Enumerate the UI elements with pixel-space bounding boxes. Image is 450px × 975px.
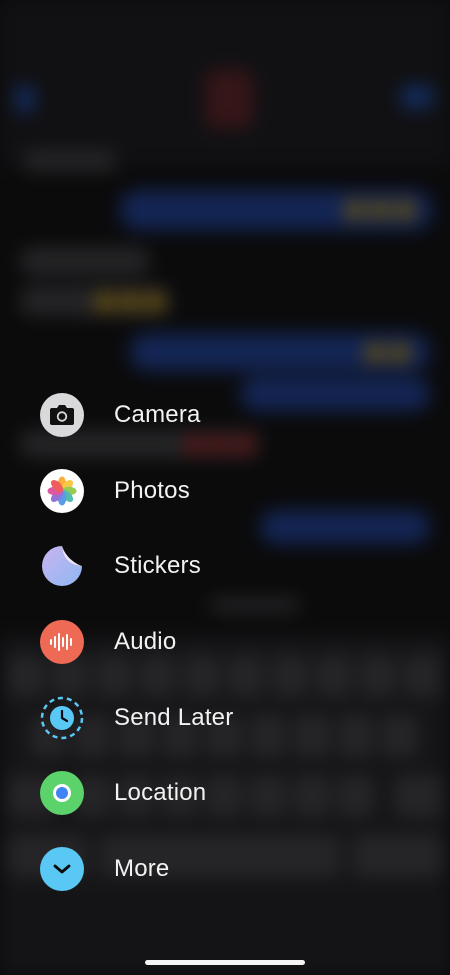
blurred-emoji <box>95 292 115 312</box>
menu-item-photos[interactable]: Photos <box>40 453 420 529</box>
blurred-message <box>20 247 150 275</box>
chevron-down-icon <box>40 846 84 891</box>
menu-item-label: Photos <box>114 476 190 504</box>
menu-item-camera[interactable]: Camera <box>40 377 420 453</box>
menu-item-send-later[interactable]: Send Later <box>40 680 420 756</box>
clock-icon <box>40 696 84 740</box>
menu-item-label: Audio <box>114 627 177 655</box>
blurred-emoji <box>390 343 410 363</box>
photos-icon <box>40 468 84 513</box>
camera-icon <box>40 392 84 437</box>
location-icon <box>40 771 84 816</box>
menu-item-label: Camera <box>114 400 201 428</box>
blurred-video-icon <box>402 86 432 108</box>
menu-item-label: Stickers <box>114 552 201 580</box>
menu-item-more[interactable]: More <box>40 831 420 907</box>
home-indicator[interactable] <box>145 960 305 965</box>
audio-waveform-icon <box>40 619 84 664</box>
menu-item-label: Location <box>114 779 207 807</box>
blurred-emoji <box>120 292 140 312</box>
attachment-menu: Camera Photos Stickers Audio Send Later … <box>40 377 420 907</box>
menu-item-stickers[interactable]: Stickers <box>40 528 420 604</box>
menu-item-label: Send Later <box>114 703 234 731</box>
blurred-emoji <box>395 200 415 220</box>
blurred-avatar <box>205 70 253 128</box>
stickers-icon <box>40 544 84 588</box>
blurred-message <box>130 333 430 371</box>
menu-item-audio[interactable]: Audio <box>40 604 420 680</box>
blurred-back-icon <box>16 86 34 112</box>
blurred-message <box>22 150 117 172</box>
blurred-emoji <box>345 200 365 220</box>
menu-item-location[interactable]: Location <box>40 755 420 831</box>
blurred-emoji <box>365 343 385 363</box>
blurred-emoji <box>145 292 165 312</box>
blurred-emoji <box>370 200 390 220</box>
menu-item-label: More <box>114 854 170 882</box>
